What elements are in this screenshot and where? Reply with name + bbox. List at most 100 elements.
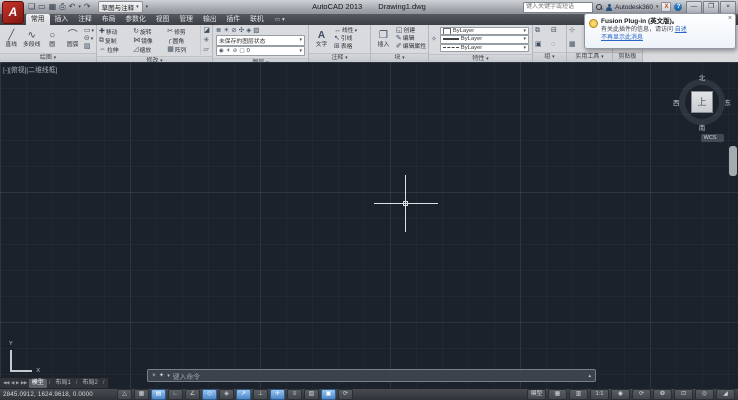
toggle-selection-cycling[interactable]: ⟳ bbox=[338, 389, 353, 400]
readme-link[interactable]: 自述 bbox=[675, 27, 687, 33]
tab-annotate[interactable]: 注释 bbox=[73, 14, 97, 25]
viewcube-north-label[interactable]: 北 bbox=[699, 72, 706, 82]
isolate-objects-button[interactable]: ◎ bbox=[695, 389, 714, 400]
command-line[interactable]: × ✦ ▾ 键入命令 ▴ bbox=[147, 369, 596, 382]
clean-screen-button[interactable]: ◢ bbox=[716, 389, 735, 400]
tab-online[interactable]: 联机 bbox=[245, 14, 269, 25]
toggle-object-snap-tracking[interactable]: ↗ bbox=[236, 389, 251, 400]
table-button[interactable]: ⊞ 表格 bbox=[334, 43, 357, 51]
join-icon[interactable]: ▱ bbox=[203, 46, 210, 54]
viewcube-top-face[interactable]: 上 bbox=[691, 91, 713, 113]
layer-dropdown[interactable]: ◉ ☀ ⊘ ▢ 0 ▾ bbox=[216, 46, 305, 57]
array-button[interactable]: ▦阵列 bbox=[167, 45, 198, 54]
viewport-controls-label[interactable]: [-][俯视][二维线框] bbox=[3, 64, 57, 74]
toggle-transparency[interactable]: ▧ bbox=[304, 389, 319, 400]
viewcube[interactable]: 北 南 西 东 上 bbox=[672, 72, 732, 132]
toggle-ortho-mode[interactable]: ∟ bbox=[168, 389, 183, 400]
layer-lock-icon[interactable]: ◈ bbox=[246, 27, 251, 35]
tab-layout[interactable]: 布局 bbox=[97, 14, 121, 25]
tab-insert[interactable]: 插入 bbox=[50, 14, 74, 25]
panel-title-annotation[interactable]: 注释 ▾ bbox=[309, 53, 370, 62]
signin-label[interactable]: Autodesk360 bbox=[615, 4, 653, 11]
toggle-quick-properties[interactable]: ▣ bbox=[321, 389, 336, 400]
toggle-dynamic-ucs[interactable]: ⊥ bbox=[253, 389, 268, 400]
mirror-button[interactable]: ⋈镜像 bbox=[133, 36, 164, 45]
command-customize-icon[interactable]: ✦ bbox=[159, 370, 164, 381]
linear-dimension-button[interactable]: ↔ 线性 ▾ bbox=[334, 27, 357, 35]
open-file-icon[interactable]: ▭ bbox=[38, 1, 46, 13]
workspace-dropdown[interactable]: 草图与注释 ▾ bbox=[98, 1, 143, 13]
undo-icon[interactable]: ↶ bbox=[69, 1, 76, 13]
panel-title-draw[interactable]: 绘图 ▾ bbox=[0, 53, 96, 62]
annotation-visibility-button[interactable]: ◉ bbox=[611, 389, 630, 400]
annotation-scale-button[interactable]: 1:1 bbox=[590, 389, 609, 400]
viewcube-south-label[interactable]: 南 bbox=[699, 122, 706, 132]
quick-view-drawings-button[interactable]: ▥ bbox=[569, 389, 588, 400]
erase-icon[interactable]: ◪ bbox=[203, 27, 210, 35]
save-icon[interactable]: ▦ bbox=[49, 1, 57, 13]
toolbar-lock-button[interactable]: ⊡ bbox=[674, 389, 693, 400]
polyline-button[interactable]: ∿ 多段线 bbox=[22, 26, 40, 52]
ribbon-minimize-caret-icon[interactable]: ▾ bbox=[282, 17, 285, 23]
panel-title-groups[interactable]: 组 ▾ bbox=[533, 52, 566, 62]
layer-match-icon[interactable]: ▧ bbox=[253, 27, 259, 35]
tab-output[interactable]: 输出 bbox=[198, 14, 222, 25]
prev-tab-icon[interactable]: ◀ bbox=[11, 380, 14, 386]
hatch-button[interactable]: ▨ bbox=[84, 43, 94, 51]
command-prompt[interactable]: 键入命令 bbox=[173, 371, 200, 381]
tab-layout1[interactable]: 布局1 bbox=[52, 379, 73, 388]
toggle-object-snap[interactable]: ◇ bbox=[202, 389, 217, 400]
navigation-bar-thumb[interactable] bbox=[729, 146, 737, 176]
tab-model[interactable]: 模型 bbox=[29, 379, 47, 388]
command-expand-icon[interactable]: ▴ bbox=[588, 373, 591, 379]
wcs-menu[interactable]: WCS ▾ bbox=[701, 134, 724, 142]
object-color-dropdown[interactable]: ByLayer ▾ bbox=[440, 27, 529, 35]
match-properties-icon[interactable]: ✧ bbox=[431, 36, 437, 44]
insert-block-button[interactable]: ❒ 插入 bbox=[373, 26, 394, 52]
command-recent-caret-icon[interactable]: ▾ bbox=[167, 373, 170, 379]
group-icon[interactable]: ⧉ bbox=[535, 27, 548, 36]
tab-layout2[interactable]: 布局2 bbox=[79, 379, 100, 388]
qat-customize-caret-icon[interactable]: ▾ bbox=[146, 4, 149, 10]
linetype-dropdown[interactable]: ByLayer ▾ bbox=[440, 44, 529, 52]
group-edit-icon[interactable]: ▣ bbox=[535, 41, 548, 50]
ribbon-minimize-icon[interactable]: ▭ bbox=[275, 17, 280, 23]
next-tab-icon[interactable]: ▶ bbox=[16, 380, 19, 386]
last-tab-icon[interactable]: ▶▶ bbox=[21, 380, 27, 386]
exchange-apps-icon[interactable]: X bbox=[661, 2, 671, 12]
search-icon[interactable] bbox=[596, 4, 603, 11]
search-input[interactable] bbox=[523, 2, 593, 13]
quick-view-layouts-button[interactable]: ▦ bbox=[548, 389, 567, 400]
balloon-close-icon[interactable]: × bbox=[728, 15, 732, 22]
new-file-icon[interactable]: ❏ bbox=[28, 1, 35, 13]
edit-block-button[interactable]: ✎ 编辑 bbox=[396, 35, 426, 43]
scale-button[interactable]: ◿缩放 bbox=[133, 45, 164, 54]
rectangle-button[interactable]: ▭ ▾ bbox=[84, 27, 94, 35]
copy-button[interactable]: ⧉复制 bbox=[99, 36, 130, 45]
trim-button[interactable]: ✂修剪 bbox=[167, 27, 198, 36]
panel-title-utilities[interactable]: 实用工具 ▾ bbox=[567, 52, 612, 62]
layer-state-dropdown[interactable]: 未保存的图层状态 ▾ bbox=[216, 35, 305, 46]
layer-off-icon[interactable]: ☀ bbox=[223, 27, 229, 35]
workspace-switching-button[interactable]: ❂ bbox=[653, 389, 672, 400]
line-button[interactable]: ╱ 直线 bbox=[2, 26, 20, 52]
toggle-dynamic-input[interactable]: ✛ bbox=[270, 389, 285, 400]
circle-button[interactable]: ○ 圆 bbox=[43, 26, 61, 52]
drawing-canvas[interactable]: [-][俯视][二维线框] 北 南 西 东 上 WCS ▾ X Y × ✦ ▾ … bbox=[0, 62, 738, 388]
panel-title-block[interactable]: 块 ▾ bbox=[371, 53, 428, 62]
stretch-button[interactable]: ⇔拉伸 bbox=[99, 45, 130, 54]
viewcube-east-label[interactable]: 东 bbox=[725, 97, 732, 107]
layer-isolate-icon[interactable]: ⊘ bbox=[231, 27, 236, 35]
toggle-snap-mode[interactable]: ▦ bbox=[134, 389, 149, 400]
fillet-button[interactable]: ╭圆角 bbox=[167, 36, 198, 45]
redo-icon[interactable]: ↷ bbox=[84, 1, 91, 13]
layer-properties-icon[interactable]: ≣ bbox=[216, 27, 221, 35]
tab-manage[interactable]: 管理 bbox=[174, 14, 198, 25]
model-space-button[interactable]: 模型 bbox=[527, 389, 546, 400]
ungroup-icon[interactable]: ⊟ bbox=[551, 27, 564, 36]
layer-freeze-icon[interactable]: ✣ bbox=[239, 27, 244, 35]
panel-title-properties[interactable]: 特性 ▾ bbox=[429, 54, 532, 62]
first-tab-icon[interactable]: ◀◀ bbox=[3, 380, 9, 386]
viewcube-west-label[interactable]: 西 bbox=[673, 97, 680, 107]
toggle-3d-object-snap[interactable]: ◈ bbox=[219, 389, 234, 400]
